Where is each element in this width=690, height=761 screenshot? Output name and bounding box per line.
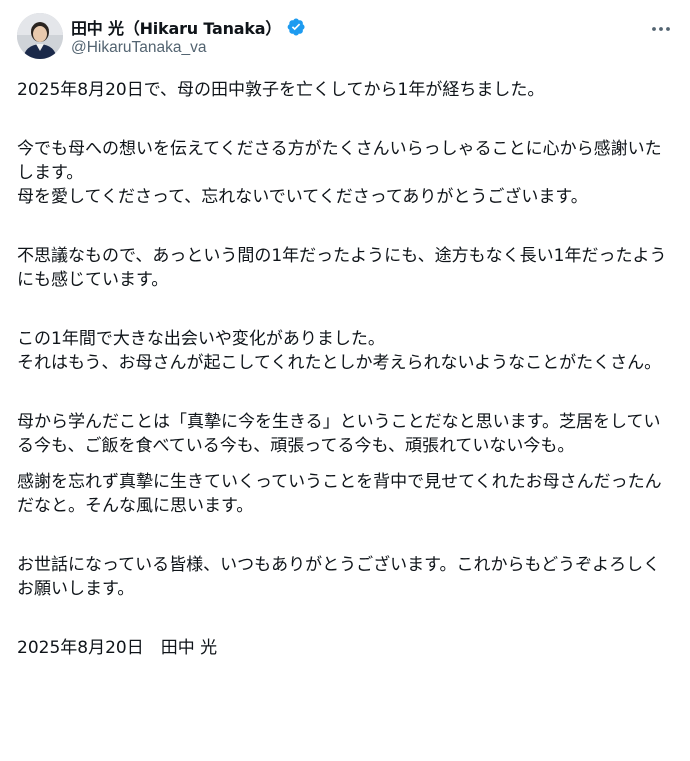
avatar-image: [17, 13, 63, 59]
display-name-row: 田中 光（Hikaru Tanaka）: [71, 15, 306, 38]
tweet-text: 2025年8月20日で、母の田中敦子を亡くしてから1年が経ちました。 今でも母へ…: [17, 78, 672, 660]
verified-badge-icon: [286, 17, 306, 37]
display-name[interactable]: 田中 光（Hikaru Tanaka）: [71, 15, 281, 39]
tweet-header: 田中 光（Hikaru Tanaka） @HikaruTanaka_va: [17, 13, 673, 63]
tweet: 田中 光（Hikaru Tanaka） @HikaruTanaka_va 202…: [0, 0, 690, 761]
tweet-paragraph-5: 母から学んだことは「真摯に今を生きる」ということだなと思います。芝居をしている今…: [17, 412, 661, 456]
tweet-paragraph-3: 不思議なもので、あっという間の1年だったようにも、途方もなく長い1年だったように…: [17, 246, 667, 290]
more-options-button[interactable]: [649, 19, 673, 39]
author-names: 田中 光（Hikaru Tanaka） @HikaruTanaka_va: [71, 15, 306, 57]
tweet-paragraph-6: 感謝を忘れず真摯に生きていくっていうことを背中で見せてくれたお母さんだったんだな…: [17, 472, 662, 516]
author-handle[interactable]: @HikaruTanaka_va: [71, 39, 306, 57]
tweet-paragraph-1: 2025年8月20日で、母の田中敦子を亡くしてから1年が経ちました。: [17, 80, 545, 100]
avatar[interactable]: [17, 13, 63, 59]
tweet-paragraph-4: この1年間で大きな出会いや変化がありました。 それはもう、お母さんが起こしてくれ…: [17, 329, 662, 373]
tweet-paragraph-2: 今でも母への想いを伝えてくださる方がたくさんいらっしゃることに心から感謝いたしま…: [17, 139, 662, 207]
tweet-signature: 2025年8月20日 田中 光: [17, 638, 218, 658]
tweet-paragraph-7: お世話になっている皆様、いつもありがとうございます。これからもどうぞよろしくお願…: [17, 555, 661, 599]
more-horizontal-icon: [652, 27, 670, 31]
